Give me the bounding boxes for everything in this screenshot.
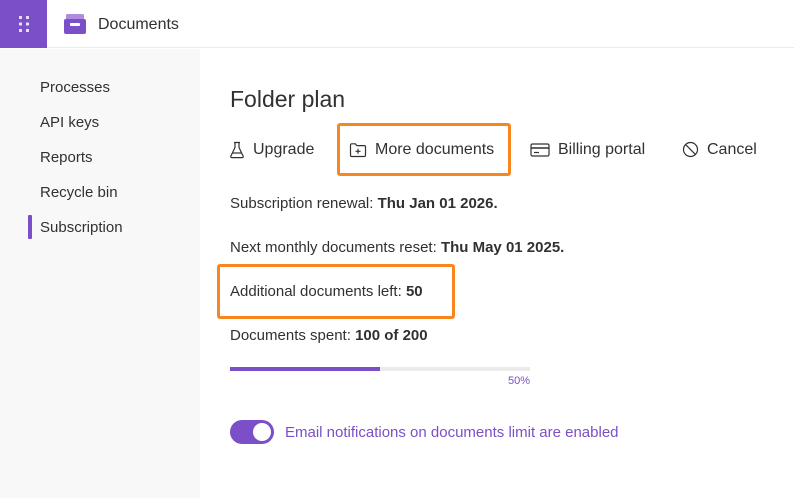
more-documents-highlight — [337, 123, 511, 176]
upgrade-label: Upgrade — [253, 141, 315, 158]
documents-spent-value: 100 of 200 — [355, 327, 428, 344]
documents-progress-label: 50% — [507, 375, 530, 387]
sidebar-item-reports[interactable]: Reports — [40, 149, 93, 167]
documents-progress-bar — [230, 367, 530, 371]
cancel-button[interactable]: Cancel — [682, 140, 757, 159]
documents-progress-fill — [230, 367, 380, 371]
sidebar-item-recycle-bin[interactable]: Recycle bin — [40, 184, 118, 202]
credit-card-icon — [530, 142, 550, 157]
cancel-label: Cancel — [707, 141, 757, 158]
sidebar-item-processes[interactable]: Processes — [40, 79, 110, 97]
billing-portal-label: Billing portal — [558, 141, 646, 158]
email-notifications-toggle[interactable] — [230, 420, 274, 444]
upgrade-button[interactable]: Upgrade — [229, 140, 314, 159]
documents-reset-value: Thu May 01 2025 — [440, 239, 561, 256]
email-notifications-label: Email notifications on documents limit a… — [285, 424, 619, 441]
documents-reset-text: Next monthly documents reset: Thu May 01… — [230, 239, 564, 257]
flask-icon — [230, 141, 244, 158]
sidebar: Processes API keys Reports Recycle bin S… — [0, 49, 200, 498]
subscription-renewal-label: Subscription renewal: — [230, 195, 378, 212]
documents-reset-label: Next monthly documents reset: — [230, 239, 441, 256]
sidebar-item-subscription[interactable]: Subscription — [40, 219, 123, 237]
subscription-renewal-suffix: . — [493, 195, 498, 212]
inbox-tray-icon — [64, 14, 86, 34]
documents-spent-label: Documents spent: — [230, 327, 356, 344]
documents-reset-suffix: . — [560, 239, 565, 256]
waffle-icon — [18, 16, 29, 32]
additional-documents-highlight — [217, 264, 455, 319]
subscription-renewal-value: Thu Jan 01 2026 — [377, 195, 494, 212]
active-indicator — [28, 215, 32, 239]
subscription-renewal-text: Subscription renewal: Thu Jan 01 2026. — [230, 195, 498, 213]
app-title: Documents — [98, 16, 179, 33]
app-launcher-button[interactable] — [0, 0, 47, 48]
documents-spent-text: Documents spent: 100 of 200 — [230, 327, 428, 345]
top-header: Documents — [0, 0, 794, 48]
billing-portal-button[interactable]: Billing portal — [530, 140, 645, 159]
prohibited-icon — [682, 141, 699, 158]
sidebar-item-api-keys[interactable]: API keys — [40, 114, 99, 132]
page-title: Folder plan — [230, 86, 346, 112]
toggle-knob — [253, 423, 271, 441]
